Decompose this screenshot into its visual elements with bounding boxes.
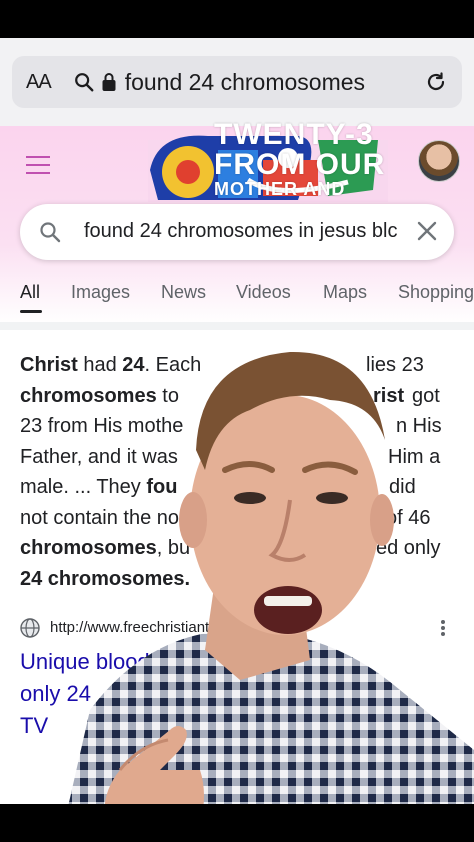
tab-all[interactable]: All (20, 282, 40, 303)
reload-icon[interactable] (424, 70, 448, 94)
address-bar[interactable]: AA found 24 chromosomes (12, 56, 462, 108)
search-icon (40, 222, 61, 243)
section-divider (0, 322, 474, 330)
presenter-video-overlay (60, 351, 474, 842)
search-icon (74, 73, 94, 92)
active-tab-indicator (20, 310, 42, 313)
hamburger-menu-icon[interactable] (26, 156, 50, 174)
tab-shopping[interactable]: Shopping (398, 282, 474, 303)
doodle-overlay-caption: TWENTY-3 FROM OUR MOTHER AND (214, 118, 386, 199)
tab-videos[interactable]: Videos (236, 282, 291, 303)
tab-news[interactable]: News (161, 282, 206, 303)
search-tabs: All Images News Videos Maps Shopping (0, 280, 474, 320)
tab-images[interactable]: Images (71, 282, 130, 303)
browser-toolbar: AA found 24 chromosomes (0, 38, 474, 126)
search-input[interactable]: found 24 chromosomes in jesus blc (84, 220, 402, 243)
lock-icon (102, 73, 116, 91)
bottom-bar (0, 804, 474, 842)
account-avatar[interactable] (418, 140, 460, 182)
tab-maps[interactable]: Maps (323, 282, 367, 303)
reader-options-button[interactable]: AA (26, 71, 52, 94)
clear-icon[interactable] (416, 220, 438, 242)
status-bar (0, 0, 474, 38)
url-text[interactable]: found 24 chromosomes (125, 69, 387, 96)
search-box[interactable]: found 24 chromosomes in jesus blc (20, 204, 454, 260)
